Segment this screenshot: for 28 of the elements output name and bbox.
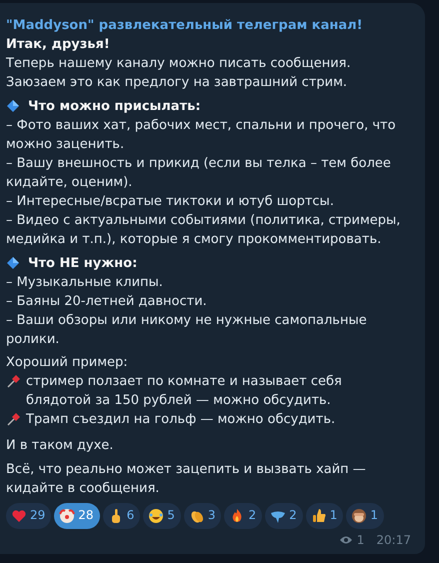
reaction-button[interactable]: 5 — [143, 502, 181, 529]
channel-title[interactable]: "Maddyson" развлекательный телеграм канал! — [6, 16, 411, 35]
message-text: Хороший пример: — [6, 354, 129, 372]
message-text: – Ваши обзоры или никому не нужные самопальные ролики. — [6, 312, 368, 349]
message-text: Теперь нашему каналу можно писать сообщения. Заюзаем это как предлогу на завтрашний стрим. — [6, 55, 352, 92]
reaction-button[interactable]: 28 — [54, 502, 100, 529]
message-text: – Интересные/всратые тиктоки и ютуб шортсы. — [6, 192, 335, 211]
message-text: – Музыкальные клипы. — [6, 274, 164, 292]
view-count: 1 — [356, 532, 364, 549]
reaction-button[interactable]: 1 — [306, 502, 344, 529]
message-time: 20:17 — [376, 532, 411, 549]
reaction-button[interactable]: 1 — [346, 502, 384, 529]
message-text: – Вашу внешность и прикид (если вы телка – тем более кидайте, оценим). — [6, 154, 392, 192]
section-heading: Что можно присылать: — [28, 98, 201, 116]
message-text: стример ползает по комнате и называет себя блядотой за 150 рублей — можно обсудить. — [26, 373, 343, 410]
reaction-button[interactable]: 2 — [265, 502, 303, 529]
message-text: Трамп съездил на гольф — можно обсудить. — [26, 411, 336, 430]
reaction-button[interactable]: 3 — [184, 502, 222, 529]
message-text: И в таком духе. — [6, 437, 114, 456]
message-text: – Видео с актуальными событиями (политика, стримеры, медийка и т.п.), которые я смогу прокомментировать. — [6, 212, 402, 249]
section-heading: Что НЕ нужно: — [28, 254, 138, 273]
reaction-button[interactable]: 29 — [6, 502, 52, 529]
message-text: Всё, что реально может зацепить и вызвать хайп — кидайте в сообщения. — [6, 460, 367, 498]
message-text: – Баяны 20-летней давности. — [6, 292, 208, 311]
reaction-button[interactable]: 6 — [102, 502, 140, 529]
greeting-text: Итак, друзья! — [6, 36, 111, 54]
message-text: – Фото ваших хат, рабочих мест, спальни и прочего, что можно заценить. — [6, 116, 397, 154]
reaction-button[interactable]: 2 — [224, 502, 262, 529]
